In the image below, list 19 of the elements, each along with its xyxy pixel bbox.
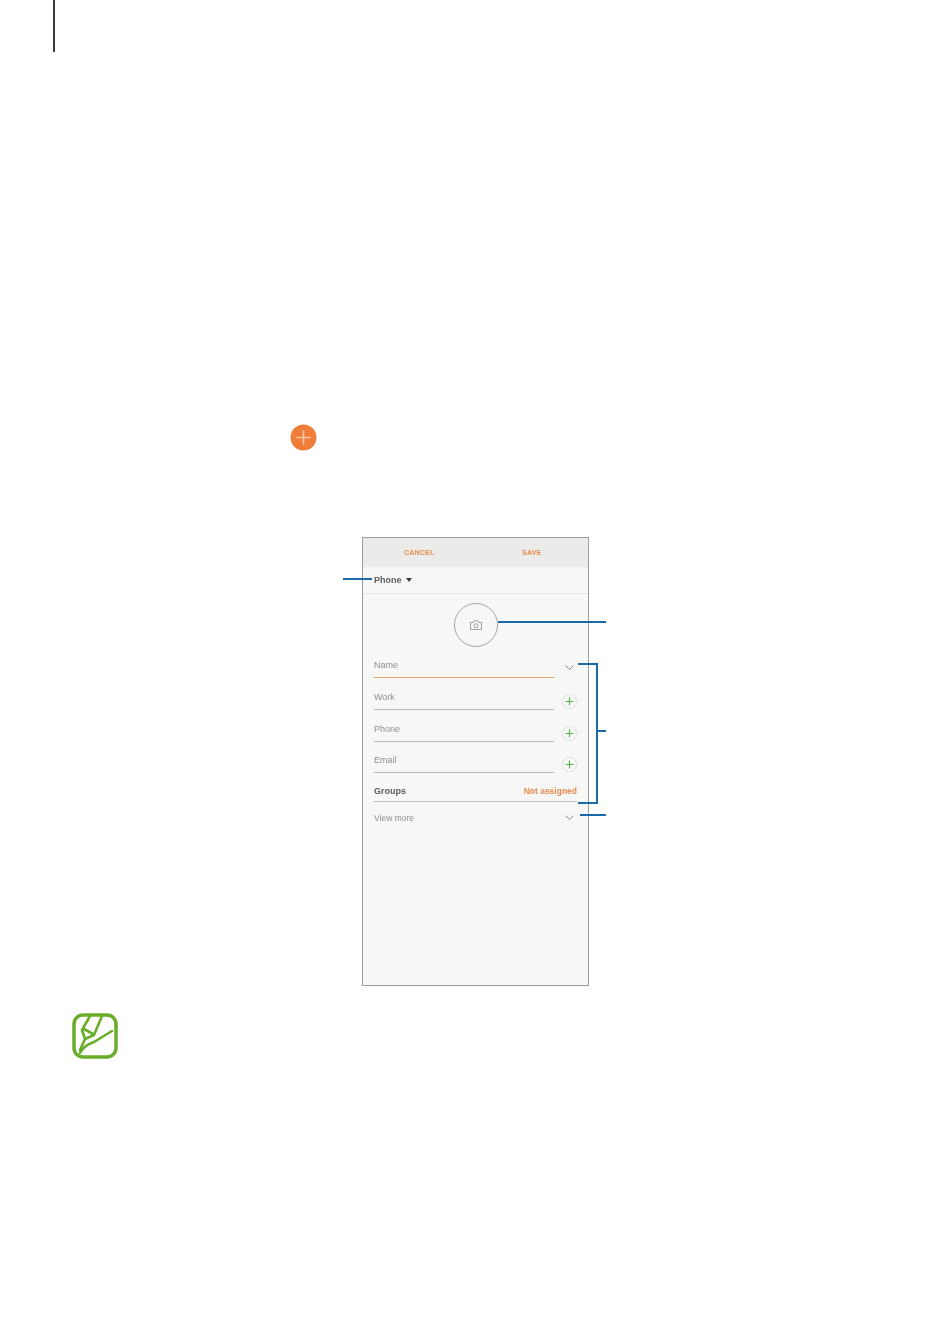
chevron-down-icon[interactable] xyxy=(565,665,574,670)
leader-line xyxy=(342,578,373,580)
text-field[interactable]: Work xyxy=(374,690,554,710)
caret-icon xyxy=(405,578,412,582)
groups-label: Groups xyxy=(374,786,406,796)
plus-icon[interactable] xyxy=(562,757,577,772)
add-icon xyxy=(290,424,317,451)
chevron-down-icon xyxy=(565,815,574,820)
pencil-icon xyxy=(72,1013,118,1059)
storage-dropdown[interactable]: Phone xyxy=(374,575,412,585)
view-more-button[interactable]: View more xyxy=(374,809,577,826)
text-field[interactable]: Name xyxy=(374,658,554,678)
text-field[interactable]: Phone xyxy=(374,722,554,742)
leader-line xyxy=(579,814,607,816)
plus-icon[interactable] xyxy=(562,726,577,741)
plus-icon[interactable] xyxy=(562,694,577,709)
groups-value[interactable]: Not assigned xyxy=(523,786,577,796)
camera-icon xyxy=(469,620,482,630)
text-field[interactable]: Email xyxy=(374,753,554,773)
